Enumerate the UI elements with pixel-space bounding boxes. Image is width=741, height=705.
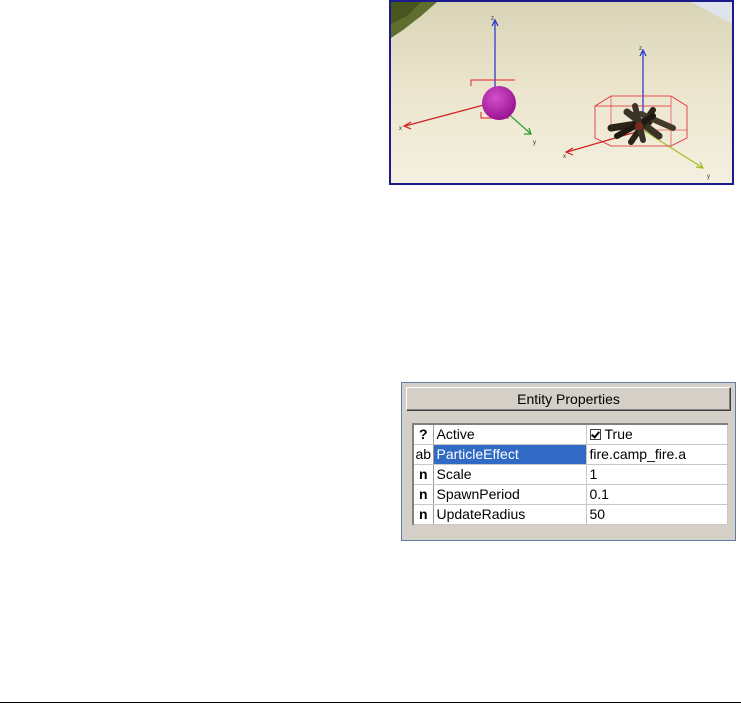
property-row-active[interactable]: ? Active True [412, 423, 728, 445]
entity-properties-panel: Entity Properties ? Active True ab Parti… [401, 382, 736, 541]
number-type-icon: n [412, 503, 434, 525]
fire-y-label: y [707, 174, 710, 180]
editor-viewport[interactable]: z x y z x y [389, 0, 734, 185]
checkbox-label: True [604, 426, 633, 443]
sphere-entity [482, 86, 516, 120]
property-value[interactable]: 0.1 [585, 483, 728, 505]
property-name[interactable]: UpdateRadius [432, 503, 587, 525]
sphere-z-label: z [491, 16, 494, 22]
property-row-update-radius[interactable]: n UpdateRadius 50 [412, 503, 728, 525]
fire-z-label: z [639, 46, 642, 52]
panel-title: Entity Properties [406, 387, 731, 411]
property-name[interactable]: Active [432, 423, 587, 445]
property-name[interactable]: ParticleEffect [432, 443, 587, 465]
property-row-spawn-period[interactable]: n SpawnPeriod 0.1 [412, 483, 728, 505]
property-value-active[interactable]: True [585, 423, 728, 445]
string-type-icon: ab [412, 443, 434, 465]
number-type-icon: n [412, 463, 434, 485]
property-value[interactable]: 50 [585, 503, 728, 525]
property-value[interactable]: 1 [585, 463, 728, 485]
bool-type-icon: ? [412, 423, 434, 445]
viewport-scene: z x y z x y [391, 2, 732, 183]
ground-plane [391, 2, 732, 183]
sphere-y-label: y [533, 140, 536, 146]
number-type-icon: n [412, 483, 434, 505]
property-row-particle-effect[interactable]: ab ParticleEffect fire.camp_fire.a [412, 443, 728, 465]
sphere-x-label: x [399, 126, 402, 132]
active-checkbox[interactable] [589, 429, 601, 441]
property-name[interactable]: SpawnPeriod [432, 483, 587, 505]
fire-x-label: x [563, 154, 566, 160]
property-grid: ? Active True ab ParticleEffect fire.cam… [412, 423, 728, 525]
property-name[interactable]: Scale [432, 463, 587, 485]
property-value[interactable]: fire.camp_fire.a [585, 443, 728, 465]
page-divider [0, 702, 741, 703]
property-row-scale[interactable]: n Scale 1 [412, 463, 728, 485]
